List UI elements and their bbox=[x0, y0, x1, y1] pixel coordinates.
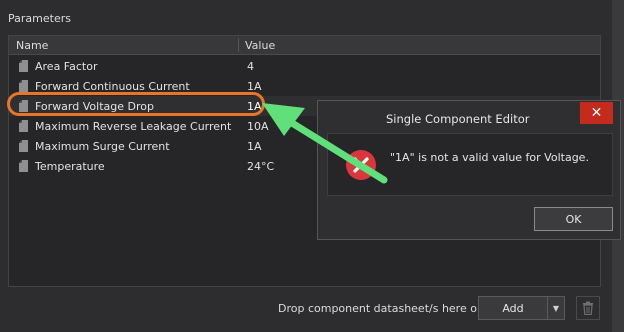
chevron-down-icon: ▼ bbox=[552, 303, 560, 313]
trash-icon bbox=[583, 301, 593, 315]
add-dropdown-button[interactable]: ▼ bbox=[547, 296, 565, 320]
add-button[interactable]: Add bbox=[478, 296, 548, 320]
drop-datasheet-label: Drop component datasheet/s here or bbox=[278, 302, 482, 315]
delete-button[interactable] bbox=[576, 296, 600, 320]
annotation-arrow bbox=[262, 103, 388, 184]
